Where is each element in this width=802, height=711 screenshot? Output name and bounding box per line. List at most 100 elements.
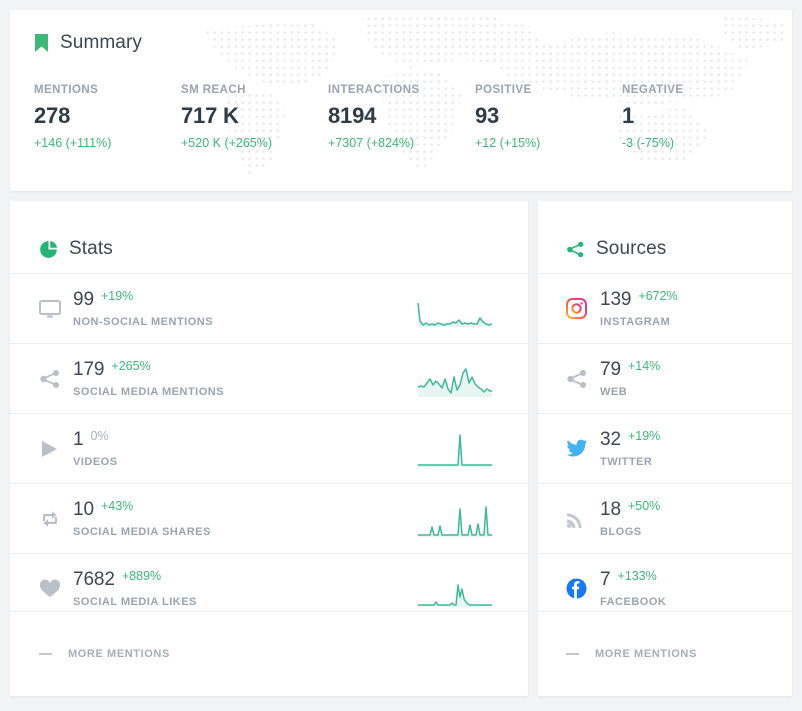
metric-negative: NEGATIVE 1 -3 (-75%) [622, 84, 684, 150]
minus-icon [39, 653, 52, 655]
stats-more-mentions-button[interactable]: MORE MENTIONS [10, 611, 528, 696]
sparkline-social-media-mentions [414, 357, 510, 401]
stats-row-label: SOCIAL MEDIA MENTIONS [73, 386, 225, 398]
stats-row-body: 10 +43% SOCIAL MEDIA SHARES [73, 499, 404, 538]
stats-row-social-media-shares[interactable]: 10 +43% SOCIAL MEDIA SHARES [10, 483, 528, 553]
metric-value: 1 [622, 103, 635, 128]
sources-row-body: 32 +19% TWITTER [600, 429, 774, 468]
stats-row-top: 7682 +889% [73, 569, 404, 591]
stats-row-pct: +889% [121, 569, 162, 583]
metric-delta: +7307 (+824%) [328, 136, 415, 150]
panels-container: Stats 99 +19% NON-SOCIAL MENTIONS 179 +2… [10, 201, 792, 696]
stats-row-pct: 0% [90, 429, 109, 443]
metric-sm-reach: SM REACH 717 K +520 K (+265%) [181, 84, 328, 150]
stats-row-body: 7682 +889% SOCIAL MEDIA LIKES [73, 569, 404, 608]
stats-row-social-media-mentions[interactable]: 179 +265% SOCIAL MEDIA MENTIONS [10, 343, 528, 413]
sources-row-pct: +672% [638, 289, 678, 303]
stats-row-value: 179 [73, 359, 105, 380]
twitter-icon [566, 439, 600, 458]
sources-row-label: BLOGS [600, 526, 642, 538]
stats-row-value: 10 [73, 499, 94, 520]
stats-row-label: NON-SOCIAL MENTIONS [73, 316, 214, 328]
sources-row-body: 139 +672% INSTAGRAM [600, 289, 774, 328]
dashboard-page: Summary MENTIONS 278 +146 (+111%) SM REA… [0, 0, 802, 711]
metric-value: 717 K [181, 103, 239, 128]
stats-row-value: 1 [73, 429, 84, 450]
metric-label: POSITIVE [475, 84, 532, 96]
sources-panel: Sources 139 +672% INSTAGRAM 79 +14% WEB … [538, 201, 792, 696]
sources-row-top: 32 +19% [600, 429, 774, 451]
stats-row-videos[interactable]: 1 0% VIDEOS [10, 413, 528, 483]
sources-more-mentions-button[interactable]: MORE MENTIONS [538, 611, 792, 696]
sources-header: Sources [538, 201, 792, 273]
metric-label: SM REACH [181, 84, 246, 96]
heart-icon [39, 579, 73, 599]
metric-delta: +12 (+15%) [475, 136, 541, 150]
sources-row-body: 7 +133% FACEBOOK [600, 569, 774, 608]
bookmark-icon [34, 33, 49, 53]
summary-title: Summary [60, 32, 142, 53]
sources-row-web[interactable]: 79 +14% WEB [538, 343, 792, 413]
stats-row-body: 1 0% VIDEOS [73, 429, 404, 468]
sources-row-value: 139 [600, 289, 632, 310]
stats-row-body: 99 +19% NON-SOCIAL MENTIONS [73, 289, 404, 328]
sources-row-top: 79 +14% [600, 359, 774, 381]
sources-row-twitter[interactable]: 32 +19% TWITTER [538, 413, 792, 483]
stats-row-top: 179 +265% [73, 359, 404, 381]
sources-row-top: 7 +133% [600, 569, 774, 591]
pie-chart-icon [39, 240, 58, 259]
sources-rows: 139 +672% INSTAGRAM 79 +14% WEB 32 +19% … [538, 273, 792, 623]
sources-row-label: WEB [600, 386, 628, 398]
stats-row-label: SOCIAL MEDIA LIKES [73, 596, 197, 608]
sparkline-non-social-mentions [414, 287, 510, 331]
stats-row-body: 179 +265% SOCIAL MEDIA MENTIONS [73, 359, 404, 398]
share-icon [566, 369, 600, 389]
metric-value: 93 [475, 103, 500, 128]
metric-positive: POSITIVE 93 +12 (+15%) [475, 84, 622, 150]
stats-row-label: VIDEOS [73, 456, 118, 468]
facebook-icon [566, 578, 600, 599]
stats-row-non-social-mentions[interactable]: 99 +19% NON-SOCIAL MENTIONS [10, 273, 528, 343]
stats-row-value: 99 [73, 289, 94, 310]
rss-icon [566, 509, 600, 529]
stats-row-value: 7682 [73, 569, 115, 590]
sources-more-mentions-label: MORE MENTIONS [595, 648, 697, 660]
sources-title: Sources [596, 238, 667, 259]
retweet-icon [39, 509, 73, 529]
metric-label: INTERACTIONS [328, 84, 420, 96]
sources-row-blogs[interactable]: 18 +50% BLOGS [538, 483, 792, 553]
summary-metrics: MENTIONS 278 +146 (+111%) SM REACH 717 K… [34, 84, 768, 150]
summary-header: Summary [34, 32, 768, 54]
instagram-icon [566, 298, 600, 319]
stats-row-top: 1 0% [73, 429, 404, 451]
sources-row-value: 18 [600, 499, 621, 520]
stats-row-pct: +265% [111, 359, 151, 373]
sources-row-top: 18 +50% [600, 499, 774, 521]
stats-rows: 99 +19% NON-SOCIAL MENTIONS 179 +265% SO… [10, 273, 528, 623]
share-icon [39, 369, 73, 389]
sources-row-body: 79 +14% WEB [600, 359, 774, 398]
play-icon [39, 439, 73, 459]
metric-label: NEGATIVE [622, 84, 684, 96]
metric-label: MENTIONS [34, 84, 99, 96]
metric-delta: +520 K (+265%) [181, 136, 273, 150]
stats-panel: Stats 99 +19% NON-SOCIAL MENTIONS 179 +2… [10, 201, 528, 696]
minus-icon [566, 653, 579, 655]
stats-row-pct: +19% [100, 289, 134, 303]
sources-row-pct: +133% [617, 569, 657, 583]
sources-row-label: FACEBOOK [600, 596, 667, 608]
metric-value: 8194 [328, 103, 377, 128]
sources-row-body: 18 +50% BLOGS [600, 499, 774, 538]
metric-delta: +146 (+111%) [34, 136, 112, 150]
sources-row-pct: +19% [627, 429, 661, 443]
summary-card: Summary MENTIONS 278 +146 (+111%) SM REA… [10, 10, 792, 191]
sources-row-value: 32 [600, 429, 621, 450]
metric-delta: -3 (-75%) [622, 136, 675, 150]
sparkline-social-media-shares [414, 497, 510, 541]
monitor-icon [39, 299, 73, 319]
sources-row-instagram[interactable]: 139 +672% INSTAGRAM [538, 273, 792, 343]
sources-row-top: 139 +672% [600, 289, 774, 311]
sources-row-value: 79 [600, 359, 621, 380]
stats-title: Stats [69, 238, 113, 259]
metric-interactions: INTERACTIONS 8194 +7307 (+824%) [328, 84, 475, 150]
